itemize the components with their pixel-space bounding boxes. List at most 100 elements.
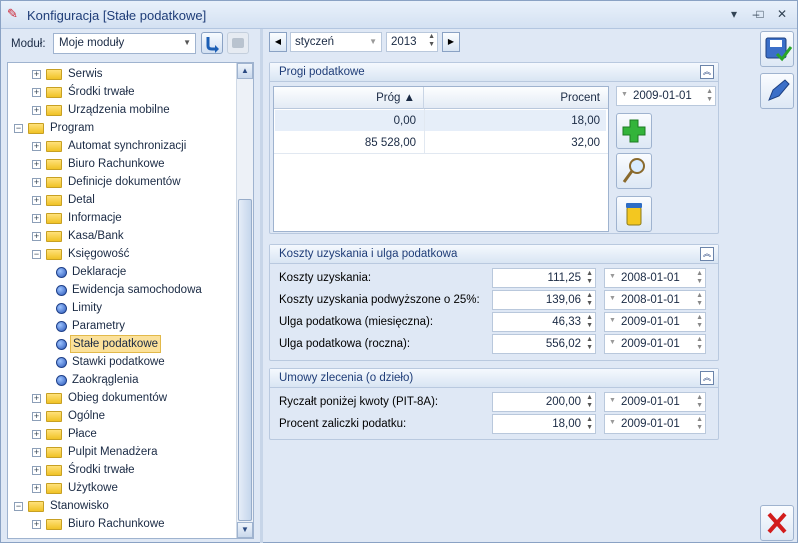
scroll-thumb[interactable] (238, 199, 252, 521)
delete-button[interactable] (616, 196, 652, 232)
koszty-value-input[interactable]: 111,25 ▲ ▼ (492, 268, 596, 288)
spinner-icon[interactable]: ▲ ▼ (696, 416, 703, 432)
scroll-up-icon[interactable]: ▲ (237, 63, 253, 79)
tree-folder-item[interactable]: + Ogólne (8, 407, 236, 425)
expand-toggle-icon[interactable]: + (32, 412, 41, 421)
tree-folder-item[interactable]: + Pulpit Menadżera (8, 443, 236, 461)
spinner-icon[interactable]: ▲ ▼ (696, 314, 703, 330)
tree-leaf-item[interactable]: Stałe podatkowe (8, 335, 236, 353)
umowy-value-input[interactable]: 18,00 ▲ ▼ (492, 414, 596, 434)
koszty-value-input[interactable]: 556,02 ▲ ▼ (492, 334, 596, 354)
tree-folder-item[interactable]: + Biuro Rachunkowe (8, 515, 236, 533)
close-window-button[interactable]: ✕ (773, 6, 791, 22)
column-header-procent[interactable]: Procent (424, 87, 608, 109)
config-tree[interactable]: + Serwis + Środki trwałe + Urządzenia mobilne… (7, 62, 254, 539)
tree-folder-item[interactable]: + Urządzenia mobilne (8, 101, 236, 119)
spinner-icon[interactable]: ▲ ▼ (586, 394, 593, 410)
expand-toggle-icon[interactable]: + (32, 142, 41, 151)
expand-toggle-icon[interactable]: + (32, 70, 41, 79)
expand-toggle-icon[interactable]: + (32, 196, 41, 205)
module-settings-button[interactable] (227, 32, 249, 54)
spinner-icon[interactable]: ▲ ▼ (696, 394, 703, 410)
tree-scrollbar[interactable]: ▲ ▼ (236, 63, 253, 538)
expand-toggle-icon[interactable]: + (32, 160, 41, 169)
tree-folder-item[interactable]: + Biuro Rachunkowe (8, 155, 236, 173)
tree-leaf-item[interactable]: Stawki podatkowe (8, 353, 236, 371)
module-select[interactable]: Moje moduły ▼ (53, 33, 196, 54)
expand-toggle-icon[interactable]: + (32, 484, 41, 493)
spinner-icon[interactable]: ▲ ▼ (696, 270, 703, 286)
tree-folder-item[interactable]: + Obieg dokumentów (8, 389, 236, 407)
tree-folder-item[interactable]: + Detal (8, 191, 236, 209)
collapse-icon[interactable]: ︽ (700, 371, 714, 385)
year-stepper[interactable]: 2013 ▲ ▼ (386, 32, 438, 52)
expand-toggle-icon[interactable]: + (32, 520, 41, 529)
expand-toggle-icon[interactable]: + (32, 430, 41, 439)
expand-toggle-icon[interactable]: + (32, 214, 41, 223)
scroll-down-icon[interactable]: ▼ (237, 522, 253, 538)
spinner-icon[interactable]: ▲ ▼ (696, 292, 703, 308)
koszty-date-select[interactable]: ▼ 2009-01-01 ▲ ▼ (604, 312, 706, 332)
collapse-icon[interactable]: ︽ (700, 247, 714, 261)
expand-toggle-icon[interactable]: + (32, 88, 41, 97)
tree-folder-item[interactable]: + Środki trwałe (8, 461, 236, 479)
collapse-icon[interactable]: ︽ (700, 65, 714, 79)
tree-leaf-item[interactable]: Zaokrąglenia (8, 371, 236, 389)
expand-toggle-icon[interactable]: + (32, 466, 41, 475)
tree-folder-item[interactable]: + Informacje (8, 209, 236, 227)
tree-folder-item[interactable]: − Program (8, 119, 236, 137)
expand-toggle-icon[interactable]: − (32, 250, 41, 259)
tree-folder-item[interactable]: − Księgowość (8, 245, 236, 263)
spinner-icon[interactable]: ▲ ▼ (586, 416, 593, 432)
tree-leaf-item[interactable]: Deklaracje (8, 263, 236, 281)
expand-toggle-icon[interactable]: + (32, 232, 41, 241)
menu-icon[interactable]: ▾ (725, 6, 743, 22)
prev-period-button[interactable]: ◀ (269, 32, 287, 52)
tree-folder-item[interactable]: − Stanowisko (8, 497, 236, 515)
tree-folder-item[interactable]: + Użytkowe (8, 479, 236, 497)
cancel-button[interactable] (760, 505, 794, 541)
koszty-date-select[interactable]: ▼ 2009-01-01 ▲ ▼ (604, 334, 706, 354)
save-button[interactable] (760, 31, 794, 67)
spinner-icon[interactable]: ▲ ▼ (586, 336, 593, 352)
umowy-date-select[interactable]: ▼ 2009-01-01 ▲ ▼ (604, 392, 706, 412)
spinner-icon[interactable]: ▲ ▼ (696, 336, 703, 352)
spinner-icon[interactable]: ▲ ▼ (586, 314, 593, 330)
tree-folder-item[interactable]: + Automat synchronizacji (8, 137, 236, 155)
spinner-icon[interactable]: ▲ ▼ (428, 33, 435, 49)
expand-toggle-icon[interactable]: + (32, 448, 41, 457)
tree-leaf-item[interactable]: Parametry (8, 317, 236, 335)
tree-leaf-item[interactable]: Ewidencja samochodowa (8, 281, 236, 299)
add-button[interactable] (616, 113, 652, 149)
tree-folder-item[interactable]: + Środki trwałe (8, 83, 236, 101)
maximize-button[interactable]: □ (751, 6, 769, 22)
umowy-value-input[interactable]: 200,00 ▲ ▼ (492, 392, 596, 412)
tree-leaf-item[interactable]: Limity (8, 299, 236, 317)
tree-folder-item[interactable]: + Płace (8, 425, 236, 443)
spinner-icon[interactable]: ▲ ▼ (586, 270, 593, 286)
expand-toggle-icon[interactable]: + (32, 178, 41, 187)
expand-toggle-icon[interactable]: − (14, 502, 23, 511)
next-period-button[interactable]: ▶ (442, 32, 460, 52)
edit-button[interactable] (616, 153, 652, 189)
panel-splitter[interactable] (260, 29, 263, 543)
tree-folder-item[interactable]: + Serwis (8, 65, 236, 83)
progi-date-select[interactable]: ▼ 2009-01-01 ▲ ▼ (616, 86, 716, 106)
umowy-date-select[interactable]: ▼ 2009-01-01 ▲ ▼ (604, 414, 706, 434)
spinner-icon[interactable]: ▲ ▼ (706, 88, 713, 104)
koszty-date-select[interactable]: ▼ 2008-01-01 ▲ ▼ (604, 290, 706, 310)
expand-toggle-icon[interactable]: − (14, 124, 23, 133)
expand-toggle-icon[interactable]: + (32, 106, 41, 115)
spinner-icon[interactable]: ▲ ▼ (586, 292, 593, 308)
column-header-prog[interactable]: Próg ▲ (274, 87, 424, 109)
koszty-date-select[interactable]: ▼ 2008-01-01 ▲ ▼ (604, 268, 706, 288)
koszty-value-input[interactable]: 46,33 ▲ ▼ (492, 312, 596, 332)
month-select[interactable]: styczeń ▼ (290, 32, 382, 52)
tree-folder-item[interactable]: + Definicje dokumentów (8, 173, 236, 191)
koszty-value-input[interactable]: 139,06 ▲ ▼ (492, 290, 596, 310)
expand-toggle-icon[interactable]: + (32, 394, 41, 403)
edit-pencil-button[interactable] (760, 73, 794, 109)
refresh-button[interactable] (201, 32, 223, 54)
progi-table[interactable]: Próg ▲ Procent 0,00 18,00 85 528,00 32,0… (273, 86, 609, 232)
tree-folder-item[interactable]: + Kasa/Bank (8, 227, 236, 245)
